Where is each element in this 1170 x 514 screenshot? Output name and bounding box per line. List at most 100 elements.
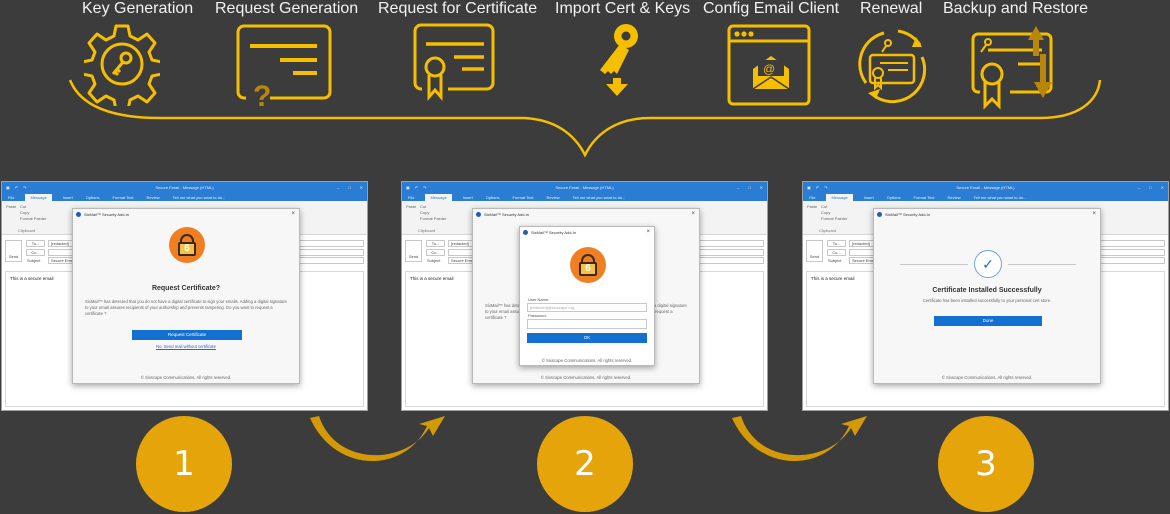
dialog-title: SixMail™ Security Add-In	[885, 212, 931, 217]
addin-logo-icon	[877, 212, 882, 217]
copyright-footer: © Sixscape Communications. All rights re…	[140, 375, 232, 380]
tab-format-text[interactable]: Format Text	[111, 194, 136, 201]
dialog-message: SixMail™ has detected that you do not ha…	[85, 299, 287, 316]
copyright-footer: © Sixscape Communications. All rights re…	[541, 358, 633, 363]
minimize-icon[interactable]: –	[737, 185, 739, 190]
ribbon-tabs: File Message Insert Options Format Text …	[803, 192, 1168, 201]
tab-insert[interactable]: Insert	[461, 194, 475, 201]
step-2-badge: 2	[537, 416, 633, 512]
dialog-close-icon[interactable]: ×	[691, 211, 695, 217]
tab-message[interactable]: Message	[425, 194, 452, 201]
done-button[interactable]: Done	[934, 316, 1042, 326]
paste-button[interactable]: Paste	[6, 204, 16, 210]
minimize-icon[interactable]: –	[1138, 185, 1140, 190]
certificate-installed-dialog: SixMail™ Security Add-In × ✓ Certificate…	[873, 208, 1101, 384]
ribbon-tabs: File Message Insert Options Format Text …	[2, 192, 367, 201]
curved-arrow-1-to-2	[310, 416, 445, 462]
tab-review[interactable]: Review	[545, 194, 562, 201]
dialog-close-icon[interactable]: ×	[291, 211, 295, 217]
dialog-close-icon[interactable]: ×	[1092, 211, 1096, 217]
subject-label: Subject	[427, 258, 441, 263]
format-painter-button[interactable]: Format Painter	[420, 216, 446, 222]
tab-options[interactable]: Options	[84, 194, 102, 201]
ok-button[interactable]: OK	[527, 333, 647, 343]
addin-logo-icon	[476, 212, 481, 217]
curved-arrow-2-to-3	[732, 416, 867, 462]
copyright-footer: © Sixscape Communications. All rights re…	[540, 375, 632, 380]
step-1-badge: 1	[136, 416, 232, 512]
tab-review[interactable]: Review	[946, 194, 963, 201]
request-certificate-button[interactable]: Request Certificate	[132, 330, 242, 340]
grouping-brace	[68, 79, 1102, 158]
to-button[interactable]: To...	[827, 240, 846, 247]
send-button[interactable]: Send	[5, 240, 22, 262]
tell-me-search[interactable]: Tell me what you want to do...	[171, 194, 228, 201]
addin-logo-icon	[523, 230, 528, 235]
close-window-icon[interactable]: ✕	[360, 185, 363, 190]
paste-button[interactable]: Paste	[406, 204, 416, 210]
minimize-icon[interactable]: –	[337, 185, 339, 190]
step-3-badge: 3	[938, 416, 1034, 512]
close-window-icon[interactable]: ✕	[1161, 185, 1164, 190]
to-button[interactable]: To...	[26, 240, 45, 247]
username-input[interactable]: [redacted]@sixscape.org	[527, 303, 647, 312]
tab-file[interactable]: File	[6, 194, 16, 201]
tab-format-text[interactable]: Format Text	[511, 194, 536, 201]
window-titlebar: ▣ ↶ ↷ Secure Email - Message (HTML) – □ ✕	[2, 182, 367, 192]
cc-button[interactable]: Cc...	[827, 249, 846, 256]
success-check-icon: ✓	[974, 250, 1002, 278]
panel-step-1: ▣ ↶ ↷ Secure Email - Message (HTML) – □ ✕ Fi…	[1, 181, 368, 411]
maximize-icon[interactable]: □	[748, 185, 750, 190]
ribbon-tabs: File Message Insert Options Format Text …	[402, 192, 767, 201]
clipboard-group-label: Clipboard	[18, 228, 36, 233]
tab-options[interactable]: Options	[484, 194, 502, 201]
cc-button[interactable]: Cc...	[426, 249, 445, 256]
tab-insert[interactable]: Insert	[61, 194, 75, 201]
window-titlebar: ▣ ↶ ↷ Secure Email - Message (HTML) – □ ✕	[402, 182, 767, 192]
close-window-icon[interactable]: ✕	[760, 185, 763, 190]
username-label: User Name:	[528, 297, 550, 302]
dialog-title: SixMail™ Security Add-In	[84, 212, 130, 217]
tab-message[interactable]: Message	[25, 194, 52, 201]
send-without-certificate-link[interactable]: No, Send mail without certificate	[73, 344, 299, 349]
tell-me-search[interactable]: Tell me what you want to do...	[571, 194, 628, 201]
lock-icon: 6	[570, 247, 606, 283]
send-button[interactable]: Send	[806, 240, 823, 262]
request-certificate-dialog: SixMail™ Security Add-In × 6 Request Cer…	[72, 208, 300, 384]
tab-file[interactable]: File	[406, 194, 416, 201]
tab-review[interactable]: Review	[145, 194, 162, 201]
window-title: Secure Email - Message (HTML)	[956, 184, 1015, 190]
panel-step-3: ▣ ↶ ↷ Secure Email - Message (HTML) – □ ✕ Fi…	[802, 181, 1169, 411]
tab-insert[interactable]: Insert	[862, 194, 876, 201]
dialog-title: SixMail™ Security Add-In	[531, 230, 577, 235]
paste-button[interactable]: Paste	[807, 204, 817, 210]
tell-me-search[interactable]: Tell me what you want to do...	[972, 194, 1029, 201]
tab-format-text[interactable]: Format Text	[912, 194, 937, 201]
maximize-icon[interactable]: □	[1149, 185, 1151, 190]
dialog-heading: Certificate Installed Successfully	[932, 287, 1042, 294]
tab-message[interactable]: Message	[826, 194, 853, 201]
window-title: Secure Email - Message (HTML)	[555, 184, 614, 190]
tab-options[interactable]: Options	[885, 194, 903, 201]
format-painter-button[interactable]: Format Painter	[821, 216, 847, 222]
maximize-icon[interactable]: □	[348, 185, 350, 190]
panel-step-2: ▣ ↶ ↷ Secure Email - Message (HTML) – □ ✕ Fi…	[401, 181, 768, 411]
dialog-close-icon[interactable]: ×	[646, 229, 650, 235]
send-button[interactable]: Send	[405, 240, 422, 262]
window-title: Secure Email - Message (HTML)	[155, 184, 214, 190]
to-button[interactable]: To...	[426, 240, 445, 247]
window-titlebar: ▣ ↶ ↷ Secure Email - Message (HTML) – □ ✕	[803, 182, 1168, 192]
cc-button[interactable]: Cc...	[26, 249, 45, 256]
subject-label: Subject	[27, 258, 41, 263]
flow-diagram: Key Generation Request Generation Reques…	[0, 0, 1170, 514]
dialog-message: Certificate has been installed successfu…	[922, 298, 1052, 303]
clipboard-group-label: Clipboard	[819, 228, 837, 233]
password-label: Password:	[528, 313, 547, 318]
password-input[interactable]	[527, 319, 647, 329]
divider-right	[1008, 264, 1076, 265]
format-painter-button[interactable]: Format Painter	[20, 216, 46, 222]
tab-file[interactable]: File	[807, 194, 817, 201]
dialog-heading: Request Certificate?	[151, 285, 221, 292]
addin-logo-icon	[76, 212, 81, 217]
clipboard-group-label: Clipboard	[418, 228, 436, 233]
